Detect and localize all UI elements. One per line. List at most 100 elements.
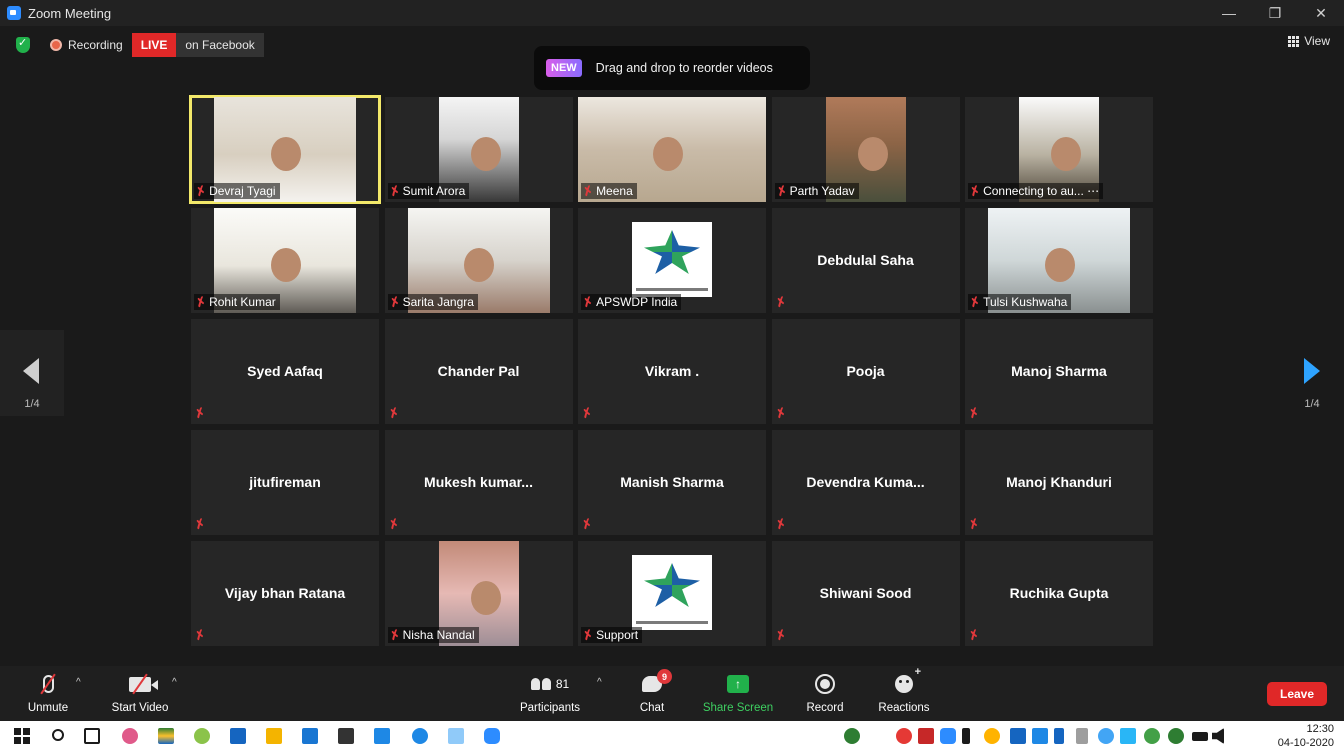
participant-tile[interactable]: ✗ Sarita Jangra	[384, 208, 573, 313]
logo-star-icon	[644, 563, 700, 607]
participant-tile[interactable]: ✗ Support	[578, 541, 766, 646]
participant-tile[interactable]: ✗ Parth Yadav	[771, 97, 960, 202]
participant-tile[interactable]: Ruchika Gupta ✗	[965, 541, 1153, 646]
logo-caption-bar	[636, 288, 708, 291]
participant-tile[interactable]: Debdulal Saha ✗	[771, 208, 960, 313]
participant-tile[interactable]: Mukesh kumar... ✗	[384, 430, 573, 535]
video-options-chevron-icon[interactable]: ^	[172, 677, 177, 688]
participant-tile[interactable]: Vikram . ✗	[578, 319, 766, 424]
participant-tile[interactable]: ✗ APSWDP India	[578, 208, 766, 313]
participant-tile[interactable]: Syed Aafaq ✗	[191, 319, 379, 424]
tray-app5-icon[interactable]	[1032, 728, 1048, 744]
leave-button[interactable]: Leave	[1267, 682, 1327, 706]
close-button[interactable]: ✕	[1298, 0, 1344, 26]
participant-name: Devendra Kuma...	[806, 474, 925, 490]
app-photos-icon[interactable]	[194, 728, 210, 744]
audio-options-chevron-icon[interactable]: ^	[76, 677, 81, 688]
pen-icon[interactable]	[1076, 728, 1088, 744]
participant-tile[interactable]: Devendra Kuma... ✗	[771, 430, 960, 535]
zoom-taskbar-icon[interactable]	[484, 728, 500, 744]
file-explorer-icon[interactable]	[266, 728, 282, 744]
tray-microphone-icon[interactable]	[962, 728, 970, 744]
start-video-button[interactable]: Start Video	[108, 672, 172, 714]
tray-app8-icon[interactable]	[1144, 728, 1160, 744]
participant-name-caption: ✗ Devraj Tyagi	[194, 183, 280, 199]
bluetooth-icon[interactable]	[1054, 728, 1064, 744]
participant-name: Devraj Tyagi	[209, 184, 276, 198]
participants-button[interactable]: 81 Participants	[516, 672, 584, 714]
participant-tile[interactable]: Manish Sharma ✗	[578, 430, 766, 535]
previous-page-button[interactable]: 1/4	[0, 330, 64, 416]
new-badge: NEW	[546, 59, 582, 77]
share-screen-label: Share Screen	[702, 702, 774, 714]
participant-tile[interactable]: ✗ Tulsi Kushwaha	[965, 208, 1153, 313]
network-globe-icon[interactable]	[1168, 728, 1184, 744]
participant-tile[interactable]: ✗ Sumit Arora	[384, 97, 573, 202]
participants-label: Participants	[519, 702, 581, 714]
security-shield-icon[interactable]	[16, 36, 30, 53]
tray-app3-icon[interactable]	[984, 728, 1000, 744]
participant-tile[interactable]: ✗ Meena	[578, 97, 766, 202]
tray-zoom-icon[interactable]	[940, 728, 956, 744]
tray-app7-icon[interactable]	[1120, 728, 1136, 744]
participant-name-caption: ✗ Support	[581, 627, 643, 643]
participant-name-caption: ✗ Sarita Jangra	[387, 294, 478, 310]
view-button[interactable]: View	[1288, 34, 1330, 48]
edge-browser-icon[interactable]	[412, 728, 428, 744]
participant-tile[interactable]: Manoj Khanduri ✗	[965, 430, 1153, 535]
participant-tile[interactable]: Chander Pal ✗	[384, 319, 573, 424]
app-color-icon[interactable]	[158, 728, 174, 744]
logo-caption-bar	[636, 621, 708, 624]
mic-muted-icon: ✗	[193, 182, 209, 200]
reactions-smiley-icon	[895, 666, 921, 693]
participant-name-caption: ✗ Meena	[581, 183, 637, 199]
app-window-icon[interactable]	[302, 728, 318, 744]
participant-tile[interactable]: Manoj Sharma ✗	[965, 319, 1153, 424]
minimize-button[interactable]: —	[1206, 0, 1252, 26]
windows-start-icon[interactable]	[14, 728, 30, 744]
recording-icon	[50, 39, 62, 51]
volume-icon[interactable]	[1212, 728, 1224, 744]
battery-icon[interactable]	[1192, 732, 1208, 741]
mic-muted-icon: ✗	[192, 515, 208, 533]
windows-taskbar: 12:30 04-10-2020	[0, 721, 1344, 751]
participant-tile[interactable]: Pooja ✗	[771, 319, 960, 424]
unmute-label: Unmute	[27, 702, 69, 714]
tray-app-icon[interactable]	[844, 728, 860, 744]
unmute-button[interactable]: Unmute	[22, 672, 74, 714]
participant-tile[interactable]: Shiwani Sood ✗	[771, 541, 960, 646]
live-stream-indicator[interactable]: LIVE on Facebook	[131, 33, 264, 57]
tray-security-icon[interactable]	[896, 728, 912, 744]
tray-app6-icon[interactable]	[1098, 728, 1114, 744]
participant-tile[interactable]: ✗ Devraj Tyagi	[189, 95, 381, 204]
restore-button[interactable]: ❐	[1252, 0, 1298, 26]
record-button[interactable]: Record	[803, 672, 847, 714]
recording-label[interactable]: Recording	[68, 38, 123, 52]
mic-muted-icon: ✗	[967, 293, 983, 311]
terminal-icon[interactable]	[338, 728, 354, 744]
participant-name-caption: ✗ Tulsi Kushwaha	[967, 293, 1072, 311]
task-view-icon[interactable]	[84, 728, 100, 744]
participant-name: jitufireman	[249, 474, 321, 490]
chat-button[interactable]: 9 Chat	[632, 669, 672, 714]
participants-options-chevron-icon[interactable]: ^	[597, 677, 602, 688]
participant-face	[464, 247, 495, 282]
app-store-icon[interactable]	[230, 728, 246, 744]
participant-tile[interactable]: ✗ Connecting to au... ⋯	[965, 97, 1153, 202]
participant-tile[interactable]: ✗ Nisha Nandal	[384, 541, 573, 646]
tray-app4-icon[interactable]	[1010, 728, 1026, 744]
app-paint-icon[interactable]	[122, 728, 138, 744]
participant-tile[interactable]: Vijay bhan Ratana ✗	[191, 541, 379, 646]
tray-app2-icon[interactable]	[918, 728, 934, 744]
zoom-app-icon	[7, 6, 21, 20]
taskbar-clock[interactable]: 12:30 04-10-2020	[1278, 722, 1334, 750]
start-video-label: Start Video	[111, 702, 169, 714]
participant-tile[interactable]: ✗ Rohit Kumar	[191, 208, 379, 313]
notepad-icon[interactable]	[448, 728, 464, 744]
app-monitor-icon[interactable]	[374, 728, 390, 744]
search-icon[interactable]	[52, 729, 64, 741]
participant-tile[interactable]: jitufireman ✗	[191, 430, 379, 535]
reactions-button[interactable]: Reactions	[876, 666, 932, 714]
next-page-button[interactable]: 1/4	[1280, 330, 1344, 416]
share-screen-button[interactable]: ↑ Share Screen	[702, 672, 774, 714]
